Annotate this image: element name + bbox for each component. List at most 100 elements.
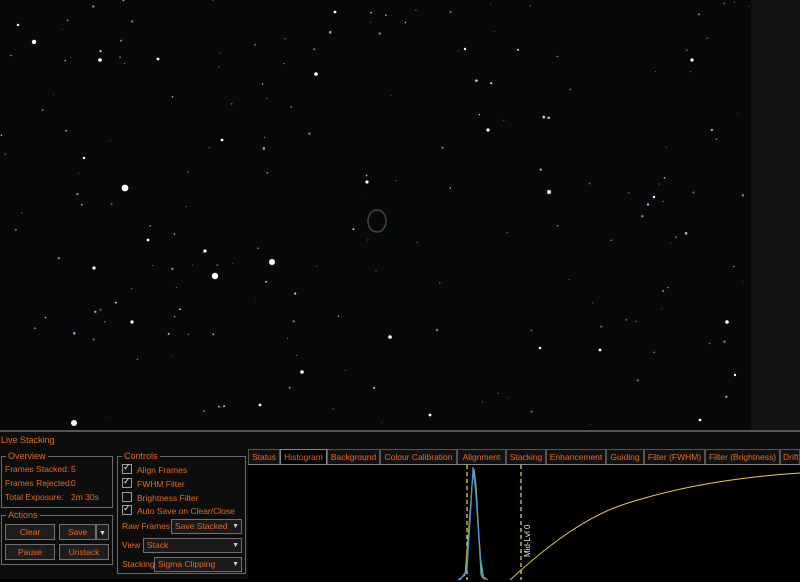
star [218, 66, 220, 68]
star [662, 200, 664, 203]
star [415, 9, 417, 11]
stacking-select[interactable]: Sigma Clipping ▼ [154, 557, 242, 572]
star [287, 337, 289, 339]
star [187, 333, 190, 336]
tab-filter-fwhm[interactable]: Filter (FWHM) [644, 449, 705, 464]
star [378, 32, 381, 35]
star [230, 103, 233, 105]
unstack-button[interactable]: Unstack [59, 544, 109, 560]
clear-button[interactable]: Clear [5, 524, 55, 540]
star [263, 136, 266, 138]
controls-title: Controls [122, 451, 160, 461]
star [202, 252, 204, 254]
tab-stacking[interactable]: Stacking [506, 449, 546, 464]
star [675, 236, 677, 239]
galaxy [367, 209, 387, 233]
star [449, 187, 452, 189]
star [114, 301, 117, 304]
star [41, 109, 44, 111]
star [231, 262, 233, 264]
star [292, 320, 295, 323]
tab-guiding[interactable]: Guiding [606, 449, 644, 464]
star [610, 239, 612, 241]
star [539, 168, 542, 171]
star [308, 132, 311, 135]
star [478, 113, 481, 116]
star [171, 267, 174, 270]
star [104, 321, 106, 323]
tab-drift[interactable]: Drift [780, 449, 800, 464]
star [124, 62, 126, 65]
total-exposure-row: Total Exposure: 2m 30s [5, 492, 99, 502]
save-button[interactable]: Save [59, 524, 96, 540]
align-frames-checkbox[interactable]: Align Frames [122, 462, 187, 475]
star [692, 191, 695, 194]
star [395, 179, 397, 181]
histogram-plot[interactable]: Mid-Lvl 0 [248, 464, 800, 581]
star [685, 49, 688, 52]
star [684, 232, 688, 235]
auto-save-checkbox[interactable]: Auto Save on Clear/Close [122, 503, 235, 516]
star [598, 348, 602, 352]
raw-frames-value: Save Stacked [175, 521, 228, 531]
frames-rejected-value: 0 [71, 478, 76, 488]
star [92, 5, 95, 8]
star [482, 401, 484, 403]
raw-frames-select[interactable]: Save Stacked ▼ [171, 519, 242, 534]
star [388, 335, 392, 339]
raw-frames-label: Raw Frames [122, 521, 171, 531]
view-select[interactable]: Stack ▼ [143, 538, 242, 553]
star [110, 203, 113, 205]
star [216, 264, 219, 266]
star [641, 215, 644, 218]
fwhm-filter-checkbox[interactable]: FWHM Filter [122, 476, 185, 489]
star [211, 272, 219, 280]
image-viewport[interactable] [0, 0, 751, 430]
star [375, 270, 377, 272]
pause-button[interactable]: Pause [5, 544, 55, 560]
star [352, 228, 355, 231]
tab-alignment[interactable]: Alignment [457, 449, 506, 464]
star [556, 224, 559, 227]
tab-background[interactable]: Background [327, 449, 380, 464]
star [381, 422, 383, 424]
star [130, 20, 134, 23]
stacking-label: Stacking [122, 559, 155, 569]
star [258, 403, 262, 407]
right-scroll-area[interactable] [751, 0, 800, 430]
star [282, 62, 285, 65]
tab-colour-calibration[interactable]: Colour Calibration [380, 449, 457, 464]
star [725, 320, 729, 324]
save-dropdown-button[interactable]: ▼ [96, 524, 109, 540]
star [121, 184, 129, 192]
star [569, 88, 572, 91]
tab-histogram[interactable]: Histogram [280, 449, 327, 465]
star [122, 0, 125, 2]
tab-status[interactable]: Status [248, 449, 280, 464]
star [600, 325, 603, 328]
star [65, 129, 67, 132]
star [266, 171, 269, 174]
star [92, 338, 96, 341]
star [435, 328, 439, 332]
star [646, 203, 650, 206]
star [149, 225, 151, 227]
stacking-value: Sigma Clipping [158, 559, 216, 569]
star [568, 278, 570, 280]
star [698, 418, 702, 422]
star [628, 192, 630, 194]
star [529, 5, 532, 7]
frames-rejected-label: Frames Rejected: [5, 478, 73, 488]
star [373, 386, 376, 389]
star [661, 289, 664, 292]
histogram-channel-green [458, 471, 489, 581]
star [175, 287, 177, 289]
star [118, 56, 122, 59]
tab-enhancement[interactable]: Enhancement [546, 449, 606, 464]
star [653, 351, 656, 354]
star [14, 228, 17, 232]
tab-filter-brightness[interactable]: Filter (Brightness) [705, 449, 780, 464]
brightness-filter-checkbox[interactable]: Brightness Filter [122, 492, 198, 503]
actions-title: Actions [6, 510, 40, 520]
star [365, 174, 368, 177]
